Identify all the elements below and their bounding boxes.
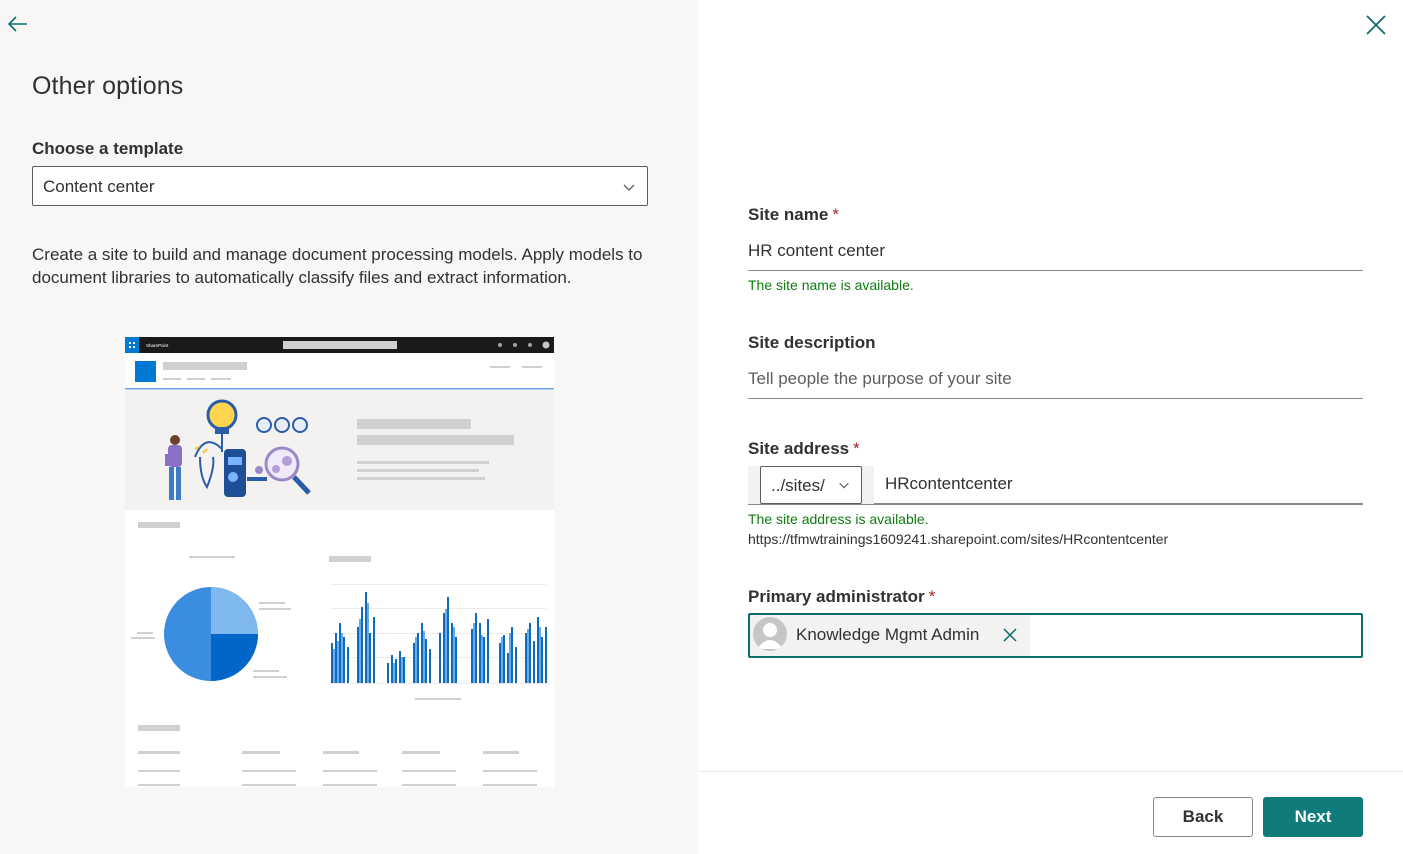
close-icon[interactable] <box>1364 13 1388 37</box>
primary-admin-label: Primary administrator * <box>748 587 936 606</box>
required-marker: * <box>832 205 839 224</box>
back-button[interactable]: Back <box>1153 797 1253 837</box>
site-address-path-dropdown[interactable]: ../sites/ <box>760 466 862 504</box>
site-address-input[interactable]: HRcontentcenter <box>874 468 1363 504</box>
template-dropdown-value: Content center <box>43 177 155 196</box>
site-address-label: Site address * <box>748 439 860 458</box>
site-name-label: Site name * <box>748 205 839 224</box>
page-title: Other options <box>32 72 184 100</box>
footer-divider <box>698 771 1403 772</box>
site-address-path-value: ../sites/ <box>771 476 825 495</box>
site-description-placeholder: Tell people the purpose of your site <box>748 369 1012 388</box>
right-pane: Site name * HR content center The site na… <box>698 0 1403 854</box>
person-icon <box>753 617 787 651</box>
template-preview-image: SharePoint <box>125 337 554 787</box>
site-description-label: Site description <box>748 333 876 352</box>
required-marker: * <box>928 587 936 606</box>
site-address-url: https://tfmwtrainings1609241.sharepoint.… <box>748 531 1169 547</box>
back-arrow-icon[interactable] <box>6 12 30 36</box>
site-name-status: The site name is available. <box>748 277 914 293</box>
next-button[interactable]: Next <box>1263 797 1363 837</box>
preview-app-name: SharePoint <box>146 343 169 348</box>
admin-name: Knowledge Mgmt Admin <box>796 625 980 644</box>
site-name-value: HR content center <box>748 241 886 260</box>
site-name-input[interactable]: HR content center <box>748 235 1363 271</box>
required-marker: * <box>853 439 860 458</box>
admin-persona-chip[interactable]: Knowledge Mgmt Admin <box>750 615 1030 656</box>
site-address-status: The site address is available. <box>748 511 929 527</box>
site-address-value: HRcontentcenter <box>885 474 1013 493</box>
template-description: Create a site to build and manage docume… <box>32 245 643 287</box>
remove-person-icon[interactable] <box>1002 627 1018 643</box>
site-address-underline <box>748 504 1363 505</box>
primary-admin-picker[interactable]: Knowledge Mgmt Admin <box>748 613 1363 658</box>
left-pane: Other options Choose a template Content … <box>0 0 698 854</box>
site-description-input[interactable]: Tell people the purpose of your site <box>748 363 1363 399</box>
chevron-down-icon <box>623 184 635 191</box>
chevron-down-icon <box>839 482 849 489</box>
template-dropdown[interactable]: Content center <box>32 166 648 206</box>
template-label: Choose a template <box>32 139 184 158</box>
